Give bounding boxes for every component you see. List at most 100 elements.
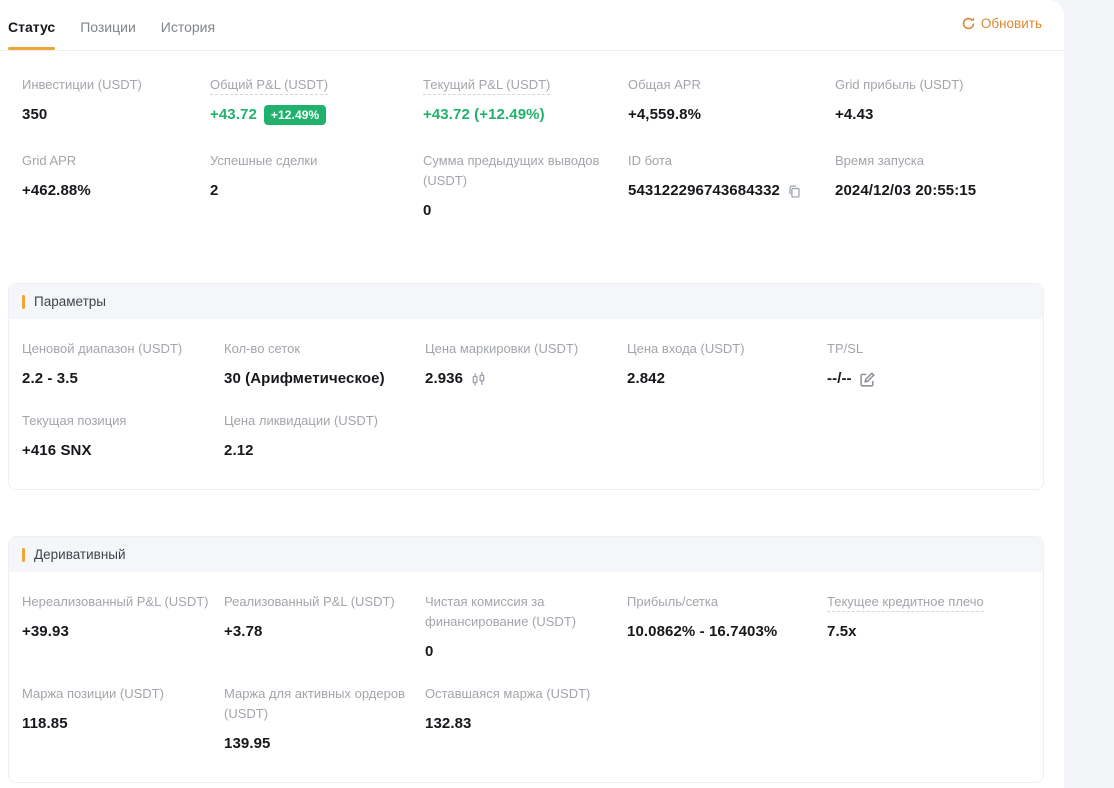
tpsl-value: --/-- [827, 369, 852, 389]
deriv-label: Прибыль/сетка [627, 594, 718, 609]
param-entry-price: Цена входа (USDT) 2.842 [627, 339, 827, 389]
param-label: Кол-во сеток [224, 341, 300, 356]
param-value: 2.842 [627, 369, 813, 389]
deriv-unrealized-pnl: Нереализованный P&L (USDT) +39.93 [22, 592, 224, 662]
param-label: Цена входа (USDT) [627, 341, 745, 356]
deriv-value: 118.85 [22, 714, 210, 734]
stat-label: Время запуска [835, 153, 924, 168]
parameters-card: Параметры Ценовой диапазон (USDT) 2.2 - … [8, 283, 1044, 490]
deriv-label: Нереализованный P&L (USDT) [22, 594, 209, 609]
stat-value: 350 [22, 105, 196, 125]
stat-bot-id: ID бота 543122296743684332 [628, 151, 835, 221]
pnl-amount: +43.72 [210, 105, 257, 125]
param-price-range: Ценовой диапазон (USDT) 2.2 - 3.5 [22, 339, 224, 389]
deriv-label: Оставшаяся маржа (USDT) [425, 686, 590, 701]
param-label: Цена ликвидации (USDT) [224, 413, 378, 428]
refresh-label: Обновить [981, 16, 1042, 31]
stat-value: +43.72 +12.49% [210, 105, 409, 125]
param-value: 2.12 [224, 441, 411, 461]
deriv-label: Чистая комиссия за финансирование (USDT) [425, 594, 576, 629]
parameters-card-header: Параметры [9, 284, 1043, 319]
param-current-position: Текущая позиция +416 SNX [22, 411, 224, 461]
stat-successful-trades: Успешные сделки 2 [210, 151, 423, 221]
deriv-label: Маржа позиции (USDT) [22, 686, 164, 701]
param-label: Цена маркировки (USDT) [425, 341, 578, 356]
stat-value: 543122296743684332 [628, 181, 821, 201]
param-grid-count: Кол-во сеток 30 (Арифметическое) [224, 339, 425, 389]
stat-value: +4.43 [835, 105, 1030, 125]
deriv-position-margin: Маржа позиции (USDT) 118.85 [22, 684, 224, 754]
deriv-value: +39.93 [22, 622, 210, 642]
stat-start-time: Время запуска 2024/12/03 20:55:15 [835, 151, 1044, 221]
stat-label: Текущий P&L (USDT) [423, 77, 550, 95]
param-label: Ценовой диапазон (USDT) [22, 341, 182, 356]
stat-total-pnl: Общий P&L (USDT) +43.72 +12.49% [210, 75, 423, 125]
refresh-icon [961, 16, 976, 31]
stat-label: Инвестиции (USDT) [22, 77, 142, 92]
deriv-label: Текущее кредитное плечо [827, 594, 984, 612]
deriv-value: 10.0862% - 16.7403% [627, 622, 813, 642]
section-title: Деривативный [34, 547, 126, 562]
stat-value: +4,559.8% [628, 105, 821, 125]
refresh-button[interactable]: Обновить [961, 16, 1042, 31]
stat-label: Общая APR [628, 77, 701, 92]
stat-value: 2024/12/03 20:55:15 [835, 181, 1030, 201]
stat-grid-apr: Grid APR +462.88% [22, 151, 210, 221]
parameters-grid: Ценовой диапазон (USDT) 2.2 - 3.5 Кол-во… [9, 319, 1043, 489]
deriv-realized-pnl: Реализованный P&L (USDT) +3.78 [224, 592, 425, 662]
deriv-value: 132.83 [425, 714, 613, 734]
mark-price-value: 2.936 [425, 369, 463, 389]
param-mark-price: Цена маркировки (USDT) 2.936 [425, 339, 627, 389]
edit-icon[interactable] [859, 371, 876, 388]
param-value: +416 SNX [22, 441, 210, 461]
stat-label: ID бота [628, 153, 672, 168]
stat-investment: Инвестиции (USDT) 350 [22, 75, 210, 125]
tab-positions[interactable]: Позиции [80, 0, 136, 50]
param-value: 2.936 [425, 369, 613, 389]
stat-label: Grid прибыль (USDT) [835, 77, 964, 92]
section-accent-bar [22, 295, 25, 309]
derivative-card-header: Деривативный [9, 537, 1043, 572]
derivative-grid: Нереализованный P&L (USDT) +39.93 Реализ… [9, 572, 1043, 782]
section-title: Параметры [34, 294, 106, 309]
stat-current-pnl: Текущий P&L (USDT) +43.72 (+12.49%) [423, 75, 628, 125]
stat-value: +462.88% [22, 181, 196, 201]
summary-stats: Инвестиции (USDT) 350 Общий P&L (USDT) +… [0, 51, 1064, 253]
stat-previous-withdrawals: Сумма предыдущих выводов (USDT) 0 [423, 151, 628, 221]
deriv-label: Реализованный P&L (USDT) [224, 594, 395, 609]
deriv-value: 7.5x [827, 622, 1009, 642]
param-value: 30 (Арифметическое) [224, 369, 411, 389]
param-liquidation-price: Цена ликвидации (USDT) 2.12 [224, 411, 425, 461]
bot-id-value: 543122296743684332 [628, 181, 780, 201]
tab-status[interactable]: Статус [8, 0, 55, 50]
deriv-funding-fee: Чистая комиссия за финансирование (USDT)… [425, 592, 627, 662]
param-label: Текущая позиция [22, 413, 126, 428]
stat-label: Общий P&L (USDT) [210, 77, 328, 95]
deriv-current-leverage: Текущее кредитное плечо 7.5x [827, 592, 1023, 662]
deriv-profit-per-grid: Прибыль/сетка 10.0862% - 16.7403% [627, 592, 827, 662]
tab-bar: Статус Позиции История Обновить [0, 0, 1064, 51]
stat-label: Сумма предыдущих выводов (USDT) [423, 153, 599, 188]
deriv-value: 139.95 [224, 734, 411, 754]
param-value: --/-- [827, 369, 1009, 389]
candlestick-icon[interactable] [470, 371, 487, 388]
deriv-label: Маржа для активных ордеров (USDT) [224, 686, 405, 721]
param-label: TP/SL [827, 341, 863, 356]
stat-value: 0 [423, 201, 614, 221]
deriv-remaining-margin: Оставшаяся маржа (USDT) 132.83 [425, 684, 627, 754]
param-value: 2.2 - 3.5 [22, 369, 210, 389]
param-tpsl: TP/SL --/-- [827, 339, 1023, 389]
derivative-card: Деривативный Нереализованный P&L (USDT) … [8, 536, 1044, 783]
stat-value: 2 [210, 181, 409, 201]
deriv-active-orders-margin: Маржа для активных ордеров (USDT) 139.95 [224, 684, 425, 754]
deriv-value: 0 [425, 642, 613, 662]
stat-grid-profit: Grid прибыль (USDT) +4.43 [835, 75, 1044, 125]
section-accent-bar [22, 548, 25, 562]
pnl-percent-badge: +12.49% [264, 105, 326, 125]
stat-label: Успешные сделки [210, 153, 317, 168]
tab-history[interactable]: История [161, 0, 215, 50]
stat-value: +43.72 (+12.49%) [423, 105, 614, 125]
stat-label: Grid APR [22, 153, 76, 168]
copy-icon[interactable] [787, 184, 802, 199]
stat-total-apr: Общая APR +4,559.8% [628, 75, 835, 125]
